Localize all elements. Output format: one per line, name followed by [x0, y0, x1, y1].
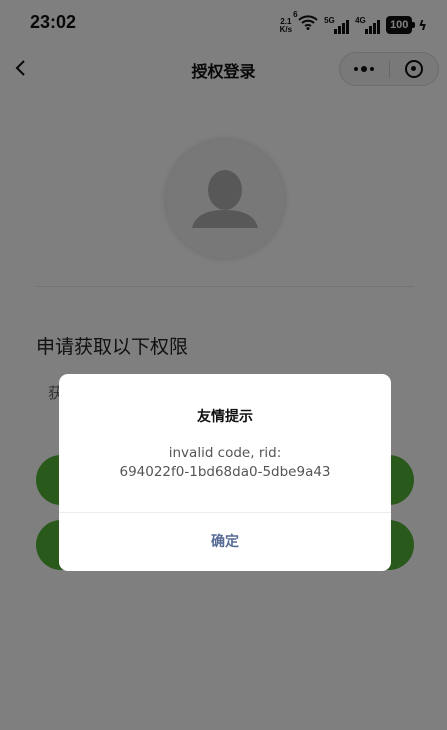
alert-dialog: 友情提示 invalid code, rid: 694022f0-1bd68da… [59, 374, 391, 571]
modal-mask [0, 0, 447, 730]
confirm-button[interactable]: 确定 [59, 513, 391, 571]
dialog-message: invalid code, rid: 694022f0-1bd68da0-5db… [79, 444, 371, 482]
dialog-message-line1: invalid code, rid: [168, 445, 282, 461]
dialog-message-line2: 694022f0-1bd68da0-5dbe9a43 [119, 464, 331, 480]
dialog-title: 友情提示 [197, 409, 253, 425]
